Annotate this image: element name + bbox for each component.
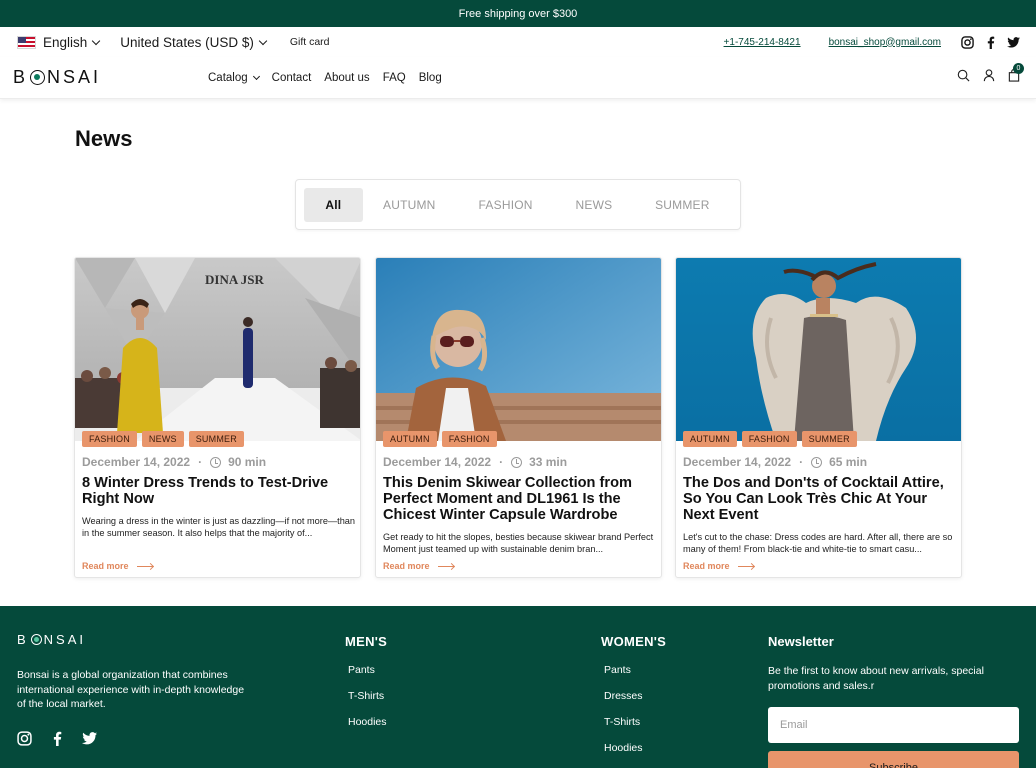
- footer-link[interactable]: Pants: [348, 664, 387, 690]
- post-image[interactable]: DINA JSR: [75, 258, 360, 441]
- cart-count-badge: 0: [1013, 62, 1024, 74]
- language-label: English: [43, 34, 88, 50]
- main-navigation: B NSAI Catalog Contact About us FAQ Blog …: [0, 57, 1036, 99]
- clock-icon: [511, 456, 523, 468]
- nav-blog[interactable]: Blog: [419, 72, 442, 84]
- newsletter-email-input[interactable]: [768, 707, 1019, 743]
- footer-link[interactable]: Hoodies: [604, 742, 643, 768]
- read-more-link[interactable]: Read more: [683, 561, 754, 571]
- currency-selector[interactable]: United States (USD $): [120, 34, 268, 50]
- footer-link[interactable]: Pants: [604, 664, 643, 690]
- chevron-down-icon: [252, 72, 260, 81]
- read-time: 90 min: [228, 455, 267, 469]
- post-excerpt: Let's cut to the chase: Dress codes are …: [683, 532, 953, 554]
- newsletter-title: Newsletter: [768, 634, 834, 649]
- nav-about[interactable]: About us: [324, 72, 369, 84]
- arrow-right-icon: [136, 565, 153, 567]
- post-date: December 14, 2022: [383, 455, 492, 469]
- gift-card-link[interactable]: Gift card: [290, 36, 330, 48]
- site-footer: B NSAI Bonsai is a global organization th…: [0, 606, 1036, 768]
- chevron-down-icon: [258, 36, 268, 45]
- announcement-bar: Free shipping over $300: [0, 0, 1036, 27]
- search-icon[interactable]: [957, 69, 970, 87]
- newsletter-description: Be the first to know about new arrivals,…: [768, 665, 984, 692]
- clock-icon: [811, 456, 823, 468]
- read-more-link[interactable]: Read more: [383, 561, 454, 571]
- footer-logo[interactable]: B NSAI: [17, 632, 86, 647]
- tag-autumn[interactable]: AUTUMN: [383, 431, 437, 447]
- facebook-icon[interactable]: [52, 731, 62, 751]
- tag-fashion[interactable]: FASHION: [441, 431, 497, 447]
- twitter-icon[interactable]: [82, 732, 97, 750]
- tab-fashion[interactable]: FASHION: [456, 188, 555, 222]
- nav-catalog-label: Catalog: [208, 72, 248, 84]
- nav-contact[interactable]: Contact: [272, 72, 312, 84]
- currency-label: United States (USD $): [120, 34, 254, 50]
- footer-link[interactable]: Dresses: [604, 690, 643, 716]
- post-title[interactable]: 8 Winter Dress Trends to Test-Drive Righ…: [82, 475, 358, 507]
- instagram-icon[interactable]: [961, 35, 974, 49]
- read-more-label: Read more: [683, 561, 730, 571]
- utility-bar: English United States (USD $) Gift card …: [0, 27, 1036, 57]
- post-image[interactable]: [676, 258, 961, 441]
- read-more-label: Read more: [383, 561, 430, 571]
- arrow-right-icon: [437, 565, 454, 567]
- arrow-right-icon: [737, 565, 754, 567]
- account-icon[interactable]: [983, 68, 995, 87]
- footer-mens-title: MEN'S: [345, 634, 388, 649]
- post-excerpt: Get ready to hit the slopes, besties bec…: [383, 532, 654, 554]
- chevron-down-icon: [92, 36, 101, 45]
- language-selector[interactable]: English: [17, 34, 101, 50]
- footer-link[interactable]: T-Shirts: [604, 716, 643, 742]
- tag-summer[interactable]: SUMMER: [188, 431, 244, 447]
- cart-button[interactable]: 0: [1008, 62, 1024, 87]
- phone-link[interactable]: +1-745-214-8421: [724, 37, 801, 48]
- brand-logo[interactable]: B NSAI: [13, 67, 101, 88]
- nav-faq[interactable]: FAQ: [383, 72, 406, 84]
- image-sign-text: DINA JSR: [205, 272, 264, 287]
- blog-post-card[interactable]: AUTUMN FASHION SUMMER December 14, 2022 …: [675, 257, 962, 578]
- tag-fashion[interactable]: FASHION: [82, 431, 137, 447]
- read-time: 65 min: [829, 455, 868, 469]
- footer-womens-links: Pants Dresses T-Shirts Hoodies: [604, 664, 643, 768]
- post-meta: December 14, 2022 · 33 min: [383, 455, 568, 469]
- tag-fashion[interactable]: FASHION: [741, 431, 797, 447]
- footer-womens-title: WOMEN'S: [601, 634, 667, 649]
- blog-post-card[interactable]: DINA JSR FASHION NEWS SUMMER December 14…: [74, 257, 361, 578]
- post-meta: December 14, 2022 · 65 min: [683, 455, 868, 469]
- instagram-icon[interactable]: [17, 731, 32, 751]
- subscribe-button[interactable]: Subscribe: [768, 751, 1019, 768]
- post-title[interactable]: The Dos and Don'ts of Cocktail Attire, S…: [683, 475, 959, 523]
- post-image[interactable]: [376, 258, 661, 441]
- footer-mens-links: Pants T-Shirts Hoodies: [348, 664, 387, 742]
- twitter-icon[interactable]: [1007, 36, 1020, 48]
- us-flag-icon: [17, 35, 36, 49]
- tab-all[interactable]: All: [304, 187, 363, 222]
- facebook-icon[interactable]: [986, 36, 995, 49]
- tag-summer[interactable]: SUMMER: [801, 431, 857, 447]
- post-meta: December 14, 2022 · 90 min: [82, 455, 267, 469]
- nav-catalog[interactable]: Catalog: [208, 72, 260, 84]
- tab-summer[interactable]: SUMMER: [633, 188, 732, 222]
- post-excerpt: Wearing a dress in the winter is just as…: [82, 516, 356, 538]
- email-link[interactable]: bonsai_shop@gmail.com: [829, 37, 941, 48]
- read-time: 33 min: [529, 455, 568, 469]
- footer-link[interactable]: T-Shirts: [348, 690, 387, 716]
- blog-post-card[interactable]: AUTUMN FASHION December 14, 2022 · 33 mi…: [375, 257, 662, 578]
- category-filter-tabs: All AUTUMN FASHION NEWS SUMMER: [295, 179, 741, 230]
- post-date: December 14, 2022: [683, 455, 792, 469]
- tag-autumn[interactable]: AUTUMN: [683, 431, 737, 447]
- page-title: News: [75, 126, 133, 151]
- footer-about-text: Bonsai is a global organization that com…: [17, 669, 245, 710]
- tab-autumn[interactable]: AUTUMN: [363, 188, 456, 222]
- tag-news[interactable]: NEWS: [141, 431, 184, 447]
- post-date: December 14, 2022: [82, 455, 191, 469]
- footer-link[interactable]: Hoodies: [348, 716, 387, 742]
- announcement-text: Free shipping over $300: [458, 7, 578, 20]
- post-title[interactable]: This Denim Skiwear Collection from Perfe…: [383, 475, 659, 523]
- tab-news[interactable]: NEWS: [555, 188, 632, 222]
- read-more-link[interactable]: Read more: [82, 561, 153, 571]
- clock-icon: [210, 456, 222, 468]
- read-more-label: Read more: [82, 561, 129, 571]
